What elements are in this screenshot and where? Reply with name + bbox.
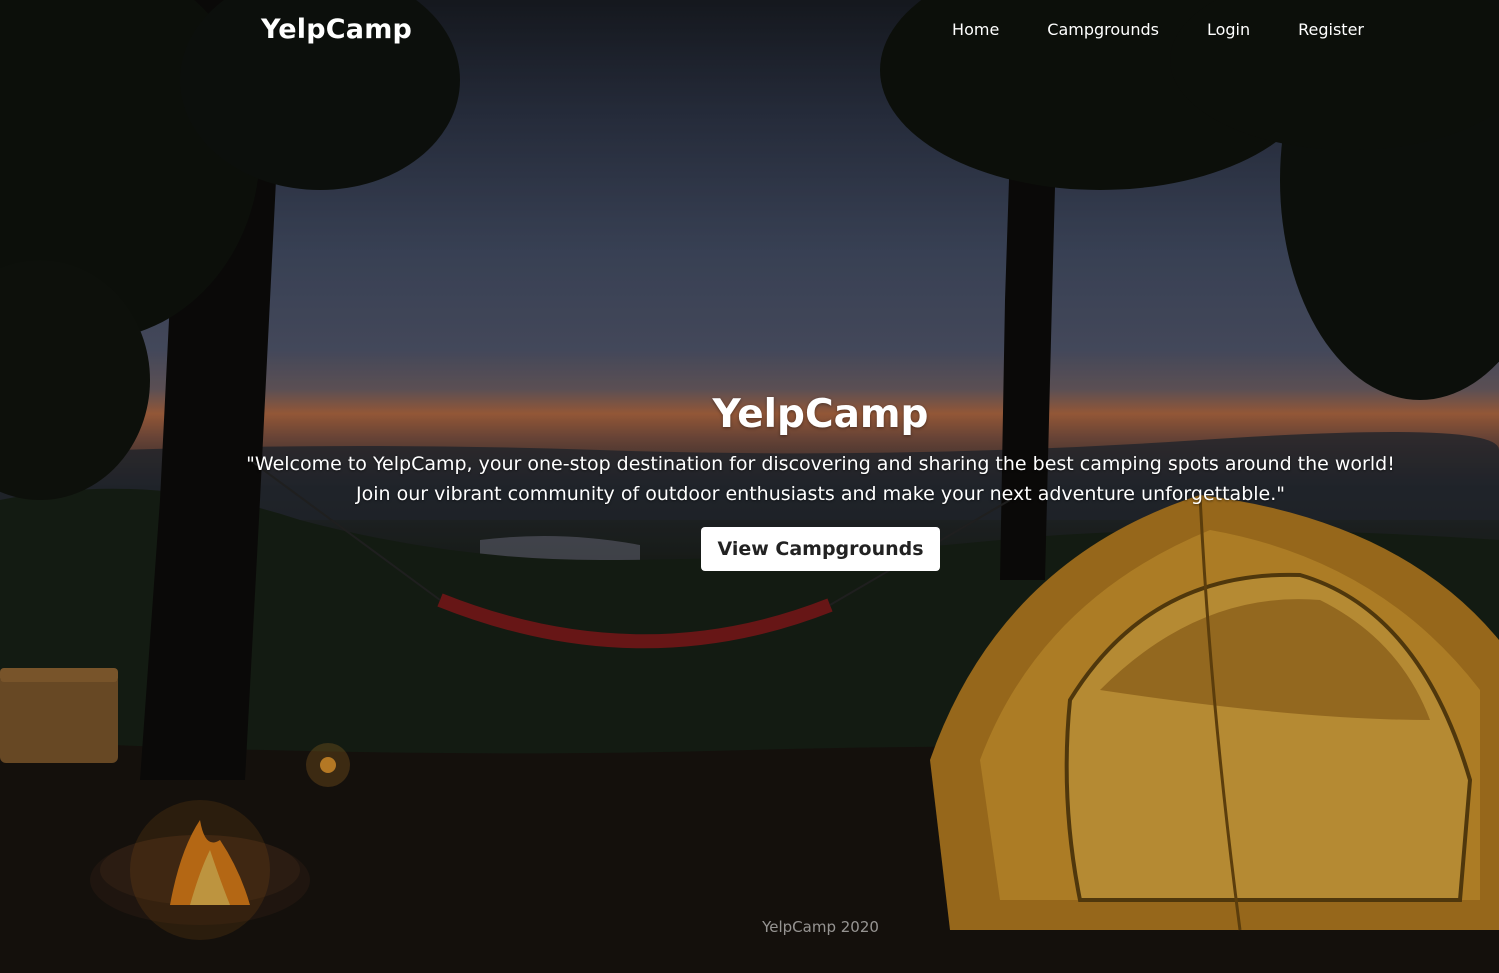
view-campgrounds-button[interactable]: View Campgrounds [701,527,940,571]
footer-text: YelpCamp 2020 [762,918,879,936]
hero-lead: "Welcome to YelpCamp, your one-stop dest… [0,449,1499,509]
hero-title: YelpCamp [712,392,929,437]
nav-link-home[interactable]: Home [952,20,999,39]
nav-link-register[interactable]: Register [1298,20,1364,39]
hero-lead-line-1: "Welcome to YelpCamp, your one-stop dest… [246,453,1395,475]
nav-links: Home Campgrounds Login Register [904,20,1364,39]
brand-logo[interactable]: YelpCamp [261,14,412,45]
footer: YelpCamp 2020 [0,918,1499,936]
navbar: YelpCamp Home Campgrounds Login Register [0,0,1499,62]
hero-section: YelpCamp "Welcome to YelpCamp, your one-… [0,392,1499,571]
nav-link-campgrounds[interactable]: Campgrounds [1047,20,1159,39]
nav-link-login[interactable]: Login [1207,20,1250,39]
hero-lead-line-2: Join our vibrant community of outdoor en… [355,483,1285,505]
